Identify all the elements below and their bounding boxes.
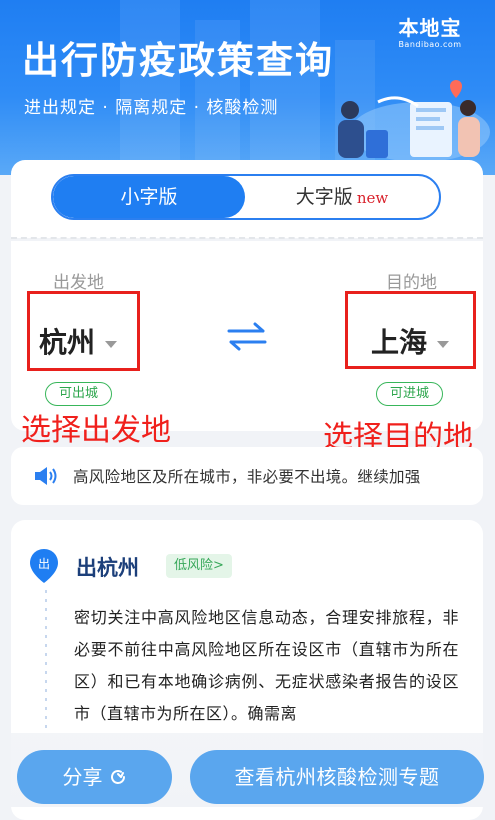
notice-ticker[interactable]: 高风险地区及所在城市，非必要不出境。继续加强 xyxy=(11,447,483,505)
outbound-policy-text: 密切关注中高风险地区信息动态，合理安排旅程，非必要不前往中高风险地区所在设区市（… xyxy=(74,608,459,723)
location-pin-icon: 出 xyxy=(29,548,59,584)
view-nucleic-test-button[interactable]: 查看杭州核酸检测专题 xyxy=(190,750,484,804)
logo-url: Bandibao.com xyxy=(398,40,462,49)
speaker-icon xyxy=(35,467,57,485)
departure-label: 出发地 xyxy=(53,273,104,293)
share-button-label: 分享 xyxy=(62,765,103,789)
departure-status-badge: 可出城 xyxy=(45,382,113,406)
share-refresh-icon xyxy=(110,770,125,784)
pin-label: 出 xyxy=(38,557,50,571)
outbound-title: 出杭州 xyxy=(76,556,139,580)
small-font-tab[interactable]: 小字版 xyxy=(53,176,245,218)
new-tag: new xyxy=(356,189,389,207)
risk-level-badge[interactable]: 低风险> xyxy=(166,554,232,578)
destination-status-badge: 可进城 xyxy=(376,382,444,406)
page-title: 出行防疫政策查询 xyxy=(22,39,334,82)
notice-text: 高风险地区及所在城市，非必要不出境。继续加强 xyxy=(73,468,421,486)
destination-highlight-box xyxy=(345,291,476,369)
small-font-tab-label: 小字版 xyxy=(120,186,178,208)
page-subtitle: 进出规定 · 隔离规定 · 核酸检测 xyxy=(24,98,279,118)
large-font-tab-label: 大字版 xyxy=(295,186,353,208)
select-departure-annotation: 选择出发地 xyxy=(21,413,171,448)
building-decoration xyxy=(120,0,180,175)
swap-arrows-icon[interactable] xyxy=(226,321,268,351)
dotted-connector xyxy=(45,590,47,730)
large-font-tab[interactable]: 大字版 new xyxy=(245,176,439,218)
dashed-divider xyxy=(11,237,483,239)
version-toggle: 小字版 大字版 new xyxy=(51,174,441,220)
bottom-action-bar: 分享 查看杭州核酸检测专题 xyxy=(0,733,495,807)
version-toggle-card: 小字版 大字版 new xyxy=(11,160,483,238)
route-card: 出发地 目的地 杭州 上海 可出城 可进城 选择出发地 选择目的地 xyxy=(11,241,483,455)
logo-text: 本地宝 xyxy=(398,16,462,40)
bendibao-logo: 本地宝 Bandibao.com xyxy=(390,12,470,52)
share-button[interactable]: 分享 xyxy=(17,750,172,804)
destination-label: 目的地 xyxy=(386,273,437,293)
header-banner: 出行防疫政策查询 进出规定 · 隔离规定 · 核酸检测 本地宝 Bandibao… xyxy=(0,0,495,175)
departure-highlight-box xyxy=(27,291,140,371)
travelers-illustration xyxy=(338,80,490,162)
